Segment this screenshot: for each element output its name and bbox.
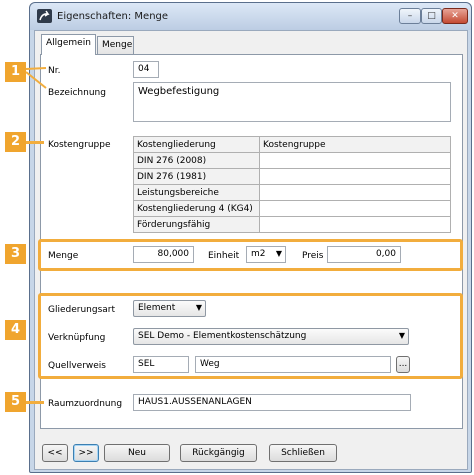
undo-button[interactable]: Rückgängig (180, 444, 257, 462)
table-row[interactable]: DIN 276 (2008) (133, 152, 451, 169)
highlight-frame-3 (38, 239, 463, 271)
app-icon (37, 9, 52, 23)
nr-label: Nr. (48, 66, 61, 76)
grid-cell-gliederung: Förderungsfähig (133, 216, 260, 233)
table-row[interactable]: Kostengliederung 4 (KG4) (133, 200, 451, 217)
grid-cell-gliederung: DIN 276 (2008) (133, 152, 260, 169)
next-button[interactable]: >> (73, 444, 99, 462)
grid-cell-gruppe[interactable] (259, 200, 451, 217)
table-row[interactable]: Förderungsfähig (133, 216, 451, 233)
table-row[interactable]: DIN 276 (1981) (133, 168, 451, 185)
table-row[interactable]: Leistungsbereiche (133, 184, 451, 201)
grid-cell-gruppe[interactable] (259, 216, 451, 233)
callout-1: 1 (5, 62, 26, 82)
grid-header-kostengliederung[interactable]: Kostengliederung (133, 136, 260, 153)
close-button[interactable]: ✕ (442, 8, 468, 24)
tab-menge[interactable]: Menge (97, 36, 134, 54)
callout-3: 3 (5, 244, 26, 264)
close-dialog-button[interactable]: Schließen (269, 444, 337, 462)
grid-cell-gruppe[interactable] (259, 168, 451, 185)
bezeichnung-label: Bezeichnung (48, 88, 106, 98)
minimize-button[interactable]: – (399, 8, 421, 24)
kostengruppe-label: Kostengruppe (48, 140, 111, 150)
grid-cell-gliederung: DIN 276 (1981) (133, 168, 260, 185)
callout-2-connector (26, 141, 44, 144)
bezeichnung-field[interactable]: Wegbefestigung (133, 82, 451, 122)
grid-cell-gruppe[interactable] (259, 184, 451, 201)
grid-header-kostengruppe[interactable]: Kostengruppe (259, 136, 451, 153)
grid-cell-gliederung: Kostengliederung 4 (KG4) (133, 200, 260, 217)
raumzuordnung-field[interactable]: HAUS1.AUSSENANLAGEN (133, 394, 411, 411)
raumzuordnung-label: Raumzuordnung (48, 399, 123, 409)
callout-5: 5 (5, 392, 26, 412)
grid-cell-gruppe[interactable] (259, 152, 451, 169)
grid-header-row: Kostengliederung Kostengruppe (133, 136, 451, 153)
nr-field[interactable]: 04 (133, 61, 159, 78)
new-button[interactable]: Neu (104, 444, 170, 462)
tab-allgemein[interactable]: Allgemein (41, 34, 96, 55)
previous-button[interactable]: << (42, 444, 68, 462)
title-bar[interactable]: Eigenschaften: Menge – □ ✕ (30, 3, 471, 30)
highlight-frame-4 (38, 293, 463, 379)
close-icon: ✕ (451, 11, 459, 21)
kostengruppe-grid: Kostengliederung Kostengruppe DIN 276 (2… (133, 136, 451, 233)
callout-2: 2 (5, 132, 26, 152)
maximize-icon: □ (427, 11, 436, 21)
grid-cell-gliederung: Leistungsbereiche (133, 184, 260, 201)
callout-4: 4 (5, 320, 26, 340)
minimize-icon: – (407, 11, 413, 21)
callout-1-connector (25, 67, 47, 89)
callout-5-connector (26, 401, 44, 404)
window-title: Eigenschaften: Menge (57, 11, 169, 22)
maximize-button[interactable]: □ (421, 8, 442, 24)
